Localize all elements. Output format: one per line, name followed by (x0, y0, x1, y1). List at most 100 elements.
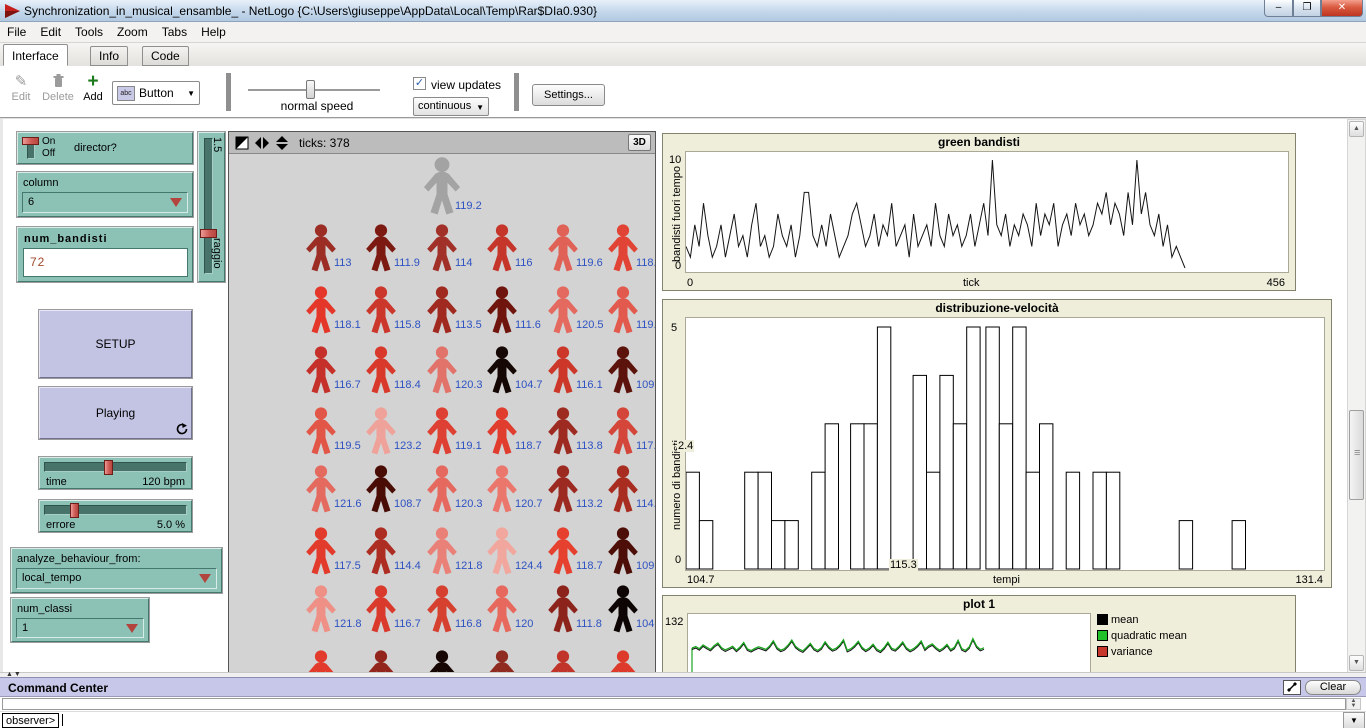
observer-prompt[interactable]: observer> (2, 713, 59, 728)
turtle-person (484, 650, 520, 672)
world-view[interactable]: ticks: 378 3D 119.2113111.9114116119.611… (228, 131, 656, 672)
y-mid-label: 2.4 (677, 440, 694, 452)
close-button[interactable]: ✕ (1321, 0, 1363, 17)
setup-button[interactable]: SETUP (39, 310, 192, 378)
history-dropdown-button[interactable]: ▼ (1343, 712, 1365, 728)
chooser-arrow-icon (126, 624, 138, 633)
turtle-tempo-label: 118.4 (394, 379, 421, 391)
turtle-tempo-label: 120.3 (455, 498, 483, 510)
update-mode-dropdown[interactable]: continuous ▼ (413, 97, 489, 116)
turtle-tempo-label: 114 (455, 257, 473, 269)
y-max-label: 132 (665, 616, 683, 628)
scroll-up-icon[interactable]: ▲ (1349, 121, 1364, 137)
turtle-tempo-label: 104.7 (515, 379, 543, 391)
menu-item-zoom[interactable]: Zoom (110, 22, 155, 39)
button-widget-icon: abc (117, 86, 135, 101)
menu-item-tools[interactable]: Tools (68, 22, 110, 39)
vertical-scrollbar[interactable]: ▲ ▼ (1347, 119, 1366, 672)
errore-slider-label: errore (46, 519, 75, 531)
num-bandisti-field[interactable]: 72 (23, 248, 188, 277)
num-classi-chooser[interactable]: num_classi 1 (11, 598, 149, 642)
turtle-tempo-label: 113.2 (576, 498, 603, 510)
tab-code[interactable]: Code (142, 46, 189, 66)
analyze-behaviour-chooser[interactable]: analyze_behaviour_from: local_tempo (11, 548, 222, 593)
vertical-arrows-icon[interactable] (275, 136, 289, 150)
turtle-person (363, 650, 399, 672)
add-button[interactable]: + Add (80, 73, 106, 103)
time-slider[interactable]: time 120 bpm (39, 457, 192, 489)
errore-slider-knob[interactable] (70, 503, 79, 518)
output-scrollbar[interactable]: ▲▼ (1346, 698, 1361, 710)
y-min-label: 0 (675, 554, 681, 566)
tab-info[interactable]: Info (90, 46, 128, 66)
analyze-chooser-value-box[interactable]: local_tempo (16, 568, 217, 589)
num-classi-value-box[interactable]: 1 (16, 618, 144, 638)
update-mode-value: continuous (418, 100, 471, 112)
netlogo-window: Synchronization_in_musical_ensamble_ - N… (0, 0, 1366, 728)
diagonal-resize-icon[interactable] (235, 136, 249, 150)
line-series (688, 614, 1090, 672)
x-axis-label: tick (963, 277, 980, 289)
tab-interface[interactable]: Interface (3, 44, 68, 66)
turtle-person (605, 650, 641, 672)
raggio-slider[interactable]: 1.5 raggio (198, 132, 225, 282)
trash-icon (40, 73, 76, 91)
menu-item-help[interactable]: Help (194, 22, 233, 39)
menu-item-tabs[interactable]: Tabs (155, 22, 194, 39)
director-switch-label: director? (74, 142, 117, 154)
menu-item-edit[interactable]: Edit (33, 22, 68, 39)
raggio-value: 1.5 (211, 137, 223, 152)
num-bandisti-input[interactable]: num_bandisti 72 (17, 227, 193, 282)
turtle-tempo-label: 121.6 (334, 498, 362, 510)
widget-panel: On Off director? 1.5 raggio column 6 num… (0, 119, 228, 672)
turtle-tempo-label: 118.1 (334, 319, 361, 331)
command-center-input-row: observer> ▼ (0, 711, 1366, 728)
switch-off-label: Off (42, 148, 55, 159)
popout-button[interactable] (1283, 680, 1301, 695)
edit-button[interactable]: ✎ Edit (8, 73, 34, 103)
plot-distribuzione-velocita[interactable]: distribuzione-velocità 5 2.4 0 numero di… (662, 299, 1332, 588)
widget-type-dropdown[interactable]: abc Button ▼ (112, 81, 200, 105)
turtle-tempo-label: 119.5 (334, 440, 361, 452)
errore-slider[interactable]: errore 5.0 % (39, 500, 192, 532)
world-canvas[interactable]: 119.2113111.9114116119.6118.5118.1115.81… (229, 154, 655, 672)
plot-area (685, 151, 1289, 273)
horizontal-arrows-icon[interactable] (255, 136, 269, 150)
menu-item-file[interactable]: File (0, 22, 33, 39)
edit-label: Edit (12, 91, 31, 103)
column-chooser[interactable]: column 6 (17, 172, 193, 217)
settings-button[interactable]: Settings... (532, 84, 605, 106)
switch-knob[interactable] (22, 137, 39, 145)
command-input[interactable] (60, 713, 1340, 728)
command-center-title: Command Center (8, 681, 108, 695)
turtle-tempo-label: 123.2 (394, 440, 422, 452)
playing-button[interactable]: Playing (39, 387, 192, 439)
view-updates-label: view updates (431, 78, 501, 92)
pencil-icon: ✎ (8, 73, 34, 91)
y-axis-label: numero di bandisti (671, 440, 683, 530)
director-switch[interactable]: On Off director? (17, 132, 193, 164)
plot-green-bandisti[interactable]: green bandisti 10 0 bandisti fuori tempo… (662, 133, 1296, 291)
y-max-label: 5 (671, 322, 677, 334)
turtle-tempo-label: 121.8 (455, 560, 483, 572)
time-slider-knob[interactable] (104, 460, 113, 475)
speed-slider-label: normal speed (252, 99, 382, 113)
3d-button[interactable]: 3D (628, 134, 651, 151)
turtle-tempo-label: 114.4 (394, 560, 421, 572)
raggio-slider-knob[interactable] (200, 229, 217, 238)
clear-button[interactable]: Clear (1305, 680, 1361, 695)
turtle-tempo-label: 117.3 (636, 440, 655, 452)
turtle-tempo-label: 104.7 (636, 618, 655, 630)
minimize-button[interactable]: – (1264, 0, 1293, 17)
scroll-down-icon[interactable]: ▼ (1349, 655, 1364, 671)
delete-button[interactable]: Delete (40, 73, 76, 103)
column-chooser-value-box[interactable]: 6 (22, 192, 188, 213)
scrollbar-thumb[interactable] (1349, 410, 1364, 500)
plot-plot1[interactable]: plot 1 132 meanquadratic meanvariance (662, 595, 1296, 672)
maximize-button[interactable]: ❐ (1293, 0, 1321, 17)
toolbar-separator (226, 73, 231, 111)
forever-icon (176, 423, 188, 435)
view-updates-checkbox[interactable]: ✓ (413, 77, 426, 90)
speed-slider-thumb[interactable] (306, 80, 315, 99)
x-mid-label: 115.3 (889, 559, 918, 571)
